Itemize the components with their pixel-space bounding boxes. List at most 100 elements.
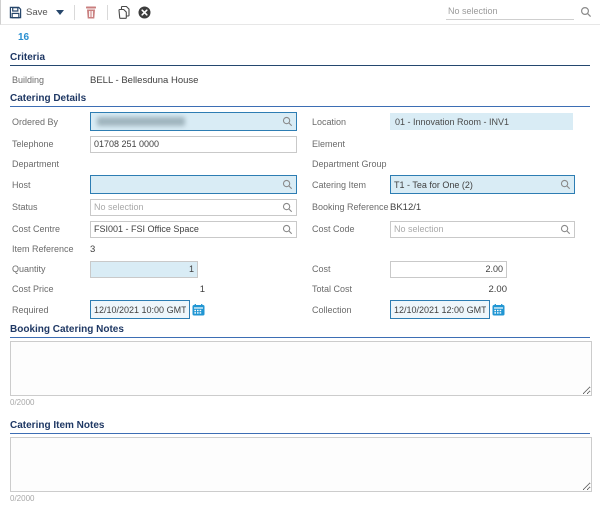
collection-input[interactable]: [394, 305, 486, 315]
total-cost-value: 2.00: [390, 284, 507, 295]
collection-label: Collection: [297, 305, 390, 315]
form-row: Quantity Cost: [12, 260, 600, 278]
quantity-label: Quantity: [12, 264, 90, 274]
cost-price-label: Cost Price: [12, 284, 90, 294]
catering-item-input[interactable]: [394, 180, 558, 190]
search-icon[interactable]: [282, 202, 293, 213]
form-row: Status Booking Reference BK12/1: [12, 198, 600, 216]
telephone-input[interactable]: [94, 139, 293, 149]
cancel-button[interactable]: [136, 4, 153, 21]
cost-field: [390, 261, 507, 278]
toolbar-search-input[interactable]: [446, 4, 574, 20]
host-input[interactable]: [94, 180, 280, 190]
calendar-icon: [192, 304, 205, 316]
cost-code-input[interactable]: [394, 224, 558, 234]
element-label: Element: [297, 139, 390, 149]
redacted-value: [97, 117, 185, 126]
telephone-label: Telephone: [12, 139, 90, 149]
status-label: Status: [12, 202, 90, 212]
required-calendar-button[interactable]: [192, 304, 205, 316]
booking-notes-counter: 0/2000: [10, 398, 600, 407]
close-circle-icon: [138, 6, 151, 19]
collection-field: [390, 300, 580, 319]
form-row: Ordered By Location 01 - Innovation Room…: [12, 112, 600, 131]
calendar-icon: [492, 304, 505, 316]
required-input[interactable]: [94, 305, 186, 315]
form-row: Department Department Group: [12, 157, 600, 171]
search-icon[interactable]: [580, 6, 592, 18]
quantity-input[interactable]: [94, 264, 194, 274]
cost-centre-lookup: [90, 221, 297, 238]
booking-reference-label: Booking Reference: [297, 202, 390, 212]
search-icon[interactable]: [560, 179, 571, 190]
location-value: 01 - Innovation Room - INV1: [390, 113, 573, 130]
cost-label: Cost: [297, 264, 390, 274]
item-reference-label: Item Reference: [12, 244, 90, 254]
host-lookup: [90, 175, 297, 194]
catering-item-notes-rule: [10, 433, 590, 434]
toolbar: Save: [0, 0, 600, 25]
form-row: Cost Centre Cost Code: [12, 220, 600, 238]
cost-centre-input[interactable]: [94, 224, 280, 234]
form-row: Telephone Element: [12, 135, 600, 153]
required-field: [90, 300, 297, 319]
catering-item-notes-textarea[interactable]: [10, 437, 592, 492]
form-row: Required: [12, 300, 600, 319]
save-button[interactable]: Save: [7, 4, 50, 21]
building-value: BELL - Bellesduna House: [90, 75, 198, 86]
telephone-field: [90, 136, 297, 153]
building-label: Building: [12, 75, 90, 85]
toolbar-separator: [74, 5, 75, 20]
copy-icon: [118, 6, 130, 19]
total-cost-label: Total Cost: [297, 284, 390, 294]
catering-item-notes-title: Catering Item Notes: [10, 420, 600, 431]
item-notes-counter: 0/2000: [10, 494, 600, 503]
toolbar-left-group: Save: [7, 4, 153, 21]
search-icon[interactable]: [282, 179, 293, 190]
booking-reference-value: BK12/1: [390, 202, 580, 213]
quantity-field: [90, 261, 198, 278]
status-input[interactable]: [94, 202, 280, 212]
catering-details-section-title: Catering Details: [10, 93, 600, 104]
form-row: Item Reference 3: [12, 242, 600, 256]
required-label: Required: [12, 305, 90, 315]
booking-catering-notes-rule: [10, 337, 590, 338]
ordered-by-label: Ordered By: [12, 117, 90, 127]
cost-input[interactable]: [394, 264, 503, 274]
toolbar-separator: [107, 5, 108, 20]
item-reference-value: 3: [90, 244, 297, 255]
ordered-by-lookup[interactable]: [90, 112, 297, 131]
booking-catering-notes-title: Booking Catering Notes: [10, 324, 600, 335]
catering-details-form: Ordered By Location 01 - Innovation Room…: [12, 112, 600, 319]
trash-icon: [85, 6, 97, 19]
cost-centre-label: Cost Centre: [12, 224, 90, 234]
catering-item-lookup: [390, 175, 575, 194]
form-row: Cost Price 1 Total Cost 2.00: [12, 282, 600, 296]
chevron-down-icon: [56, 10, 64, 15]
building-field-row: Building BELL - Bellesduna House: [12, 73, 600, 87]
host-label: Host: [12, 180, 90, 190]
search-icon[interactable]: [282, 224, 293, 235]
location-label: Location: [297, 117, 390, 127]
required-datetime: [90, 300, 190, 319]
save-dropdown-button[interactable]: [54, 8, 66, 17]
catering-booking-form: Save: [0, 0, 600, 522]
cost-code-label: Cost Code: [297, 224, 390, 234]
toolbar-search: [446, 4, 592, 20]
cost-price-value: 1: [90, 284, 205, 295]
catering-item-label: Catering Item: [297, 180, 390, 190]
search-icon[interactable]: [282, 116, 293, 127]
criteria-rule: [10, 65, 590, 66]
record-id: 16: [18, 32, 600, 43]
booking-catering-notes-textarea[interactable]: [10, 341, 592, 396]
search-icon[interactable]: [560, 224, 571, 235]
save-button-label: Save: [26, 7, 48, 18]
save-icon: [9, 6, 22, 19]
department-label: Department: [12, 159, 90, 169]
collection-calendar-button[interactable]: [492, 304, 505, 316]
copy-button[interactable]: [116, 4, 132, 21]
cost-code-lookup: [390, 221, 575, 238]
collection-datetime: [390, 300, 490, 319]
criteria-section-title: Criteria: [10, 52, 600, 63]
delete-button[interactable]: [83, 4, 99, 21]
